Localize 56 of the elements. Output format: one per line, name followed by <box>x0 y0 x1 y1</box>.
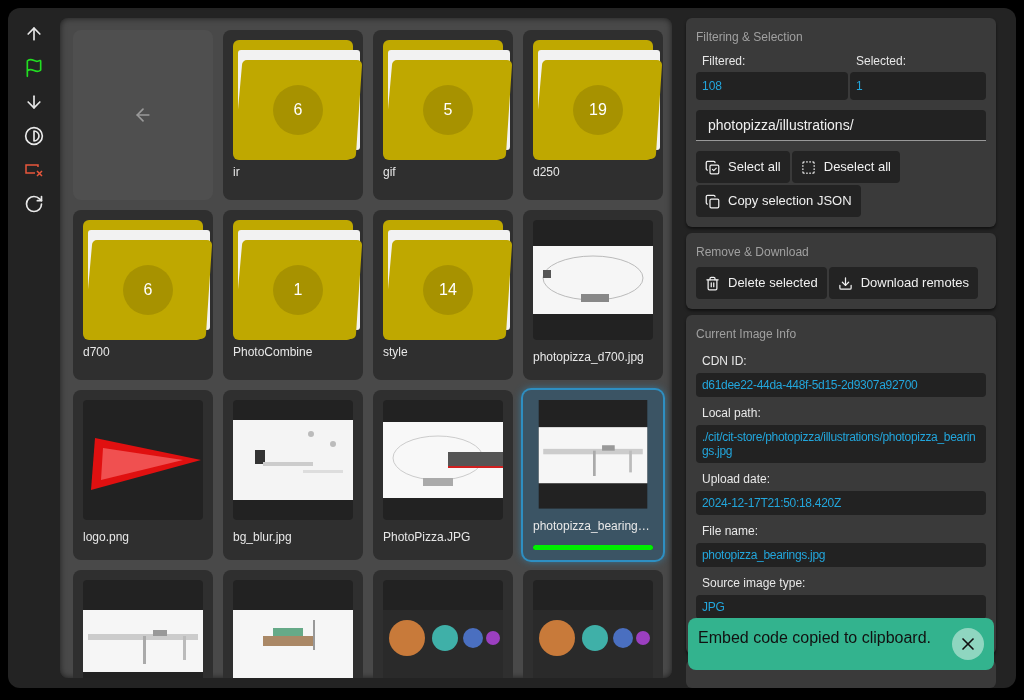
close-button[interactable] <box>952 628 984 660</box>
tile-name: ir <box>233 164 241 181</box>
image-tile[interactable]: logo.png <box>73 390 213 560</box>
folder-tile[interactable]: 14 style <box>373 210 513 380</box>
tile-name: PhotoCombine <box>233 344 314 361</box>
value-box: photopizza_bearings.jpg <box>696 543 986 567</box>
contrast-icon[interactable] <box>24 126 44 146</box>
section-title: Current Image Info <box>696 326 798 343</box>
field-label: Selected: <box>855 53 908 70</box>
folder-tile[interactable]: 19 d250 <box>523 30 663 200</box>
field-label: Filtered: <box>701 53 747 70</box>
tile-name: gif <box>383 164 397 181</box>
flag-icon[interactable] <box>24 58 44 78</box>
tile-name: photopizza_bearing… <box>533 517 651 535</box>
image-tile[interactable]: PhotoPizza.JPG <box>373 390 513 560</box>
field-label: Source image type: <box>701 575 807 592</box>
tile-name: d700 <box>83 344 111 361</box>
value-box: 2024-12-17T21:50:18.420Z <box>696 491 986 515</box>
path-field[interactable]: photopizza/illustrations/ <box>696 110 986 141</box>
value-box: 108 <box>696 72 848 100</box>
action-button[interactable]: Download remotes <box>828 267 978 299</box>
dashed-square-icon <box>800 159 816 175</box>
action-button[interactable]: Select all <box>696 151 790 183</box>
tile-name: PhotoPizza.JPG <box>383 529 472 546</box>
checklist-icon <box>705 159 720 175</box>
tile-name: style <box>383 344 409 361</box>
tile-name: photopizza_d700.jpg <box>533 349 645 366</box>
tile-name: d250 <box>533 164 561 181</box>
action-button[interactable]: Copy selection JSON <box>696 185 861 217</box>
value-box: JPG <box>696 595 986 619</box>
section-title: Filtering & Selection <box>696 29 804 46</box>
image-tile[interactable]: photopizza_bearing… <box>523 390 663 560</box>
back-tile[interactable] <box>73 30 213 200</box>
download-icon <box>837 275 853 291</box>
field-label: CDN ID: <box>701 353 748 370</box>
folder-tile[interactable]: 6 ir <box>223 30 363 200</box>
field-label: Upload date: <box>701 471 772 488</box>
image-tile[interactable]: bg_blur.jpg <box>223 390 363 560</box>
value-box: ./cit/cit-store/photopizza/illustrations/photopizza_bearings.jpg <box>696 425 986 463</box>
value-box: d61dee22-44da-448f-5d15-2d9307a92700 <box>696 373 986 397</box>
refresh-icon[interactable] <box>24 194 44 214</box>
folder-tile[interactable]: 5 gif <box>373 30 513 200</box>
field-label: File name: <box>701 523 760 540</box>
section-title: Remove & Download <box>696 244 810 261</box>
action-button[interactable]: Delete selected <box>696 267 827 299</box>
image-tile[interactable]: photopizza_d700.jpg <box>523 210 663 380</box>
copy-icon <box>705 193 720 209</box>
folder-tile[interactable]: 6 d700 <box>73 210 213 380</box>
value-box: 1 <box>850 72 986 100</box>
trash-icon <box>705 275 720 291</box>
tile-name: logo.png <box>83 529 131 546</box>
folder-tile[interactable]: 1 PhotoCombine <box>223 210 363 380</box>
field-label: Local path: <box>701 405 762 422</box>
toast-message: Embed code copied to clipboard. <box>698 628 932 648</box>
tile-name: bg_blur.jpg <box>233 529 293 546</box>
action-button[interactable]: Deselect all <box>791 151 900 183</box>
